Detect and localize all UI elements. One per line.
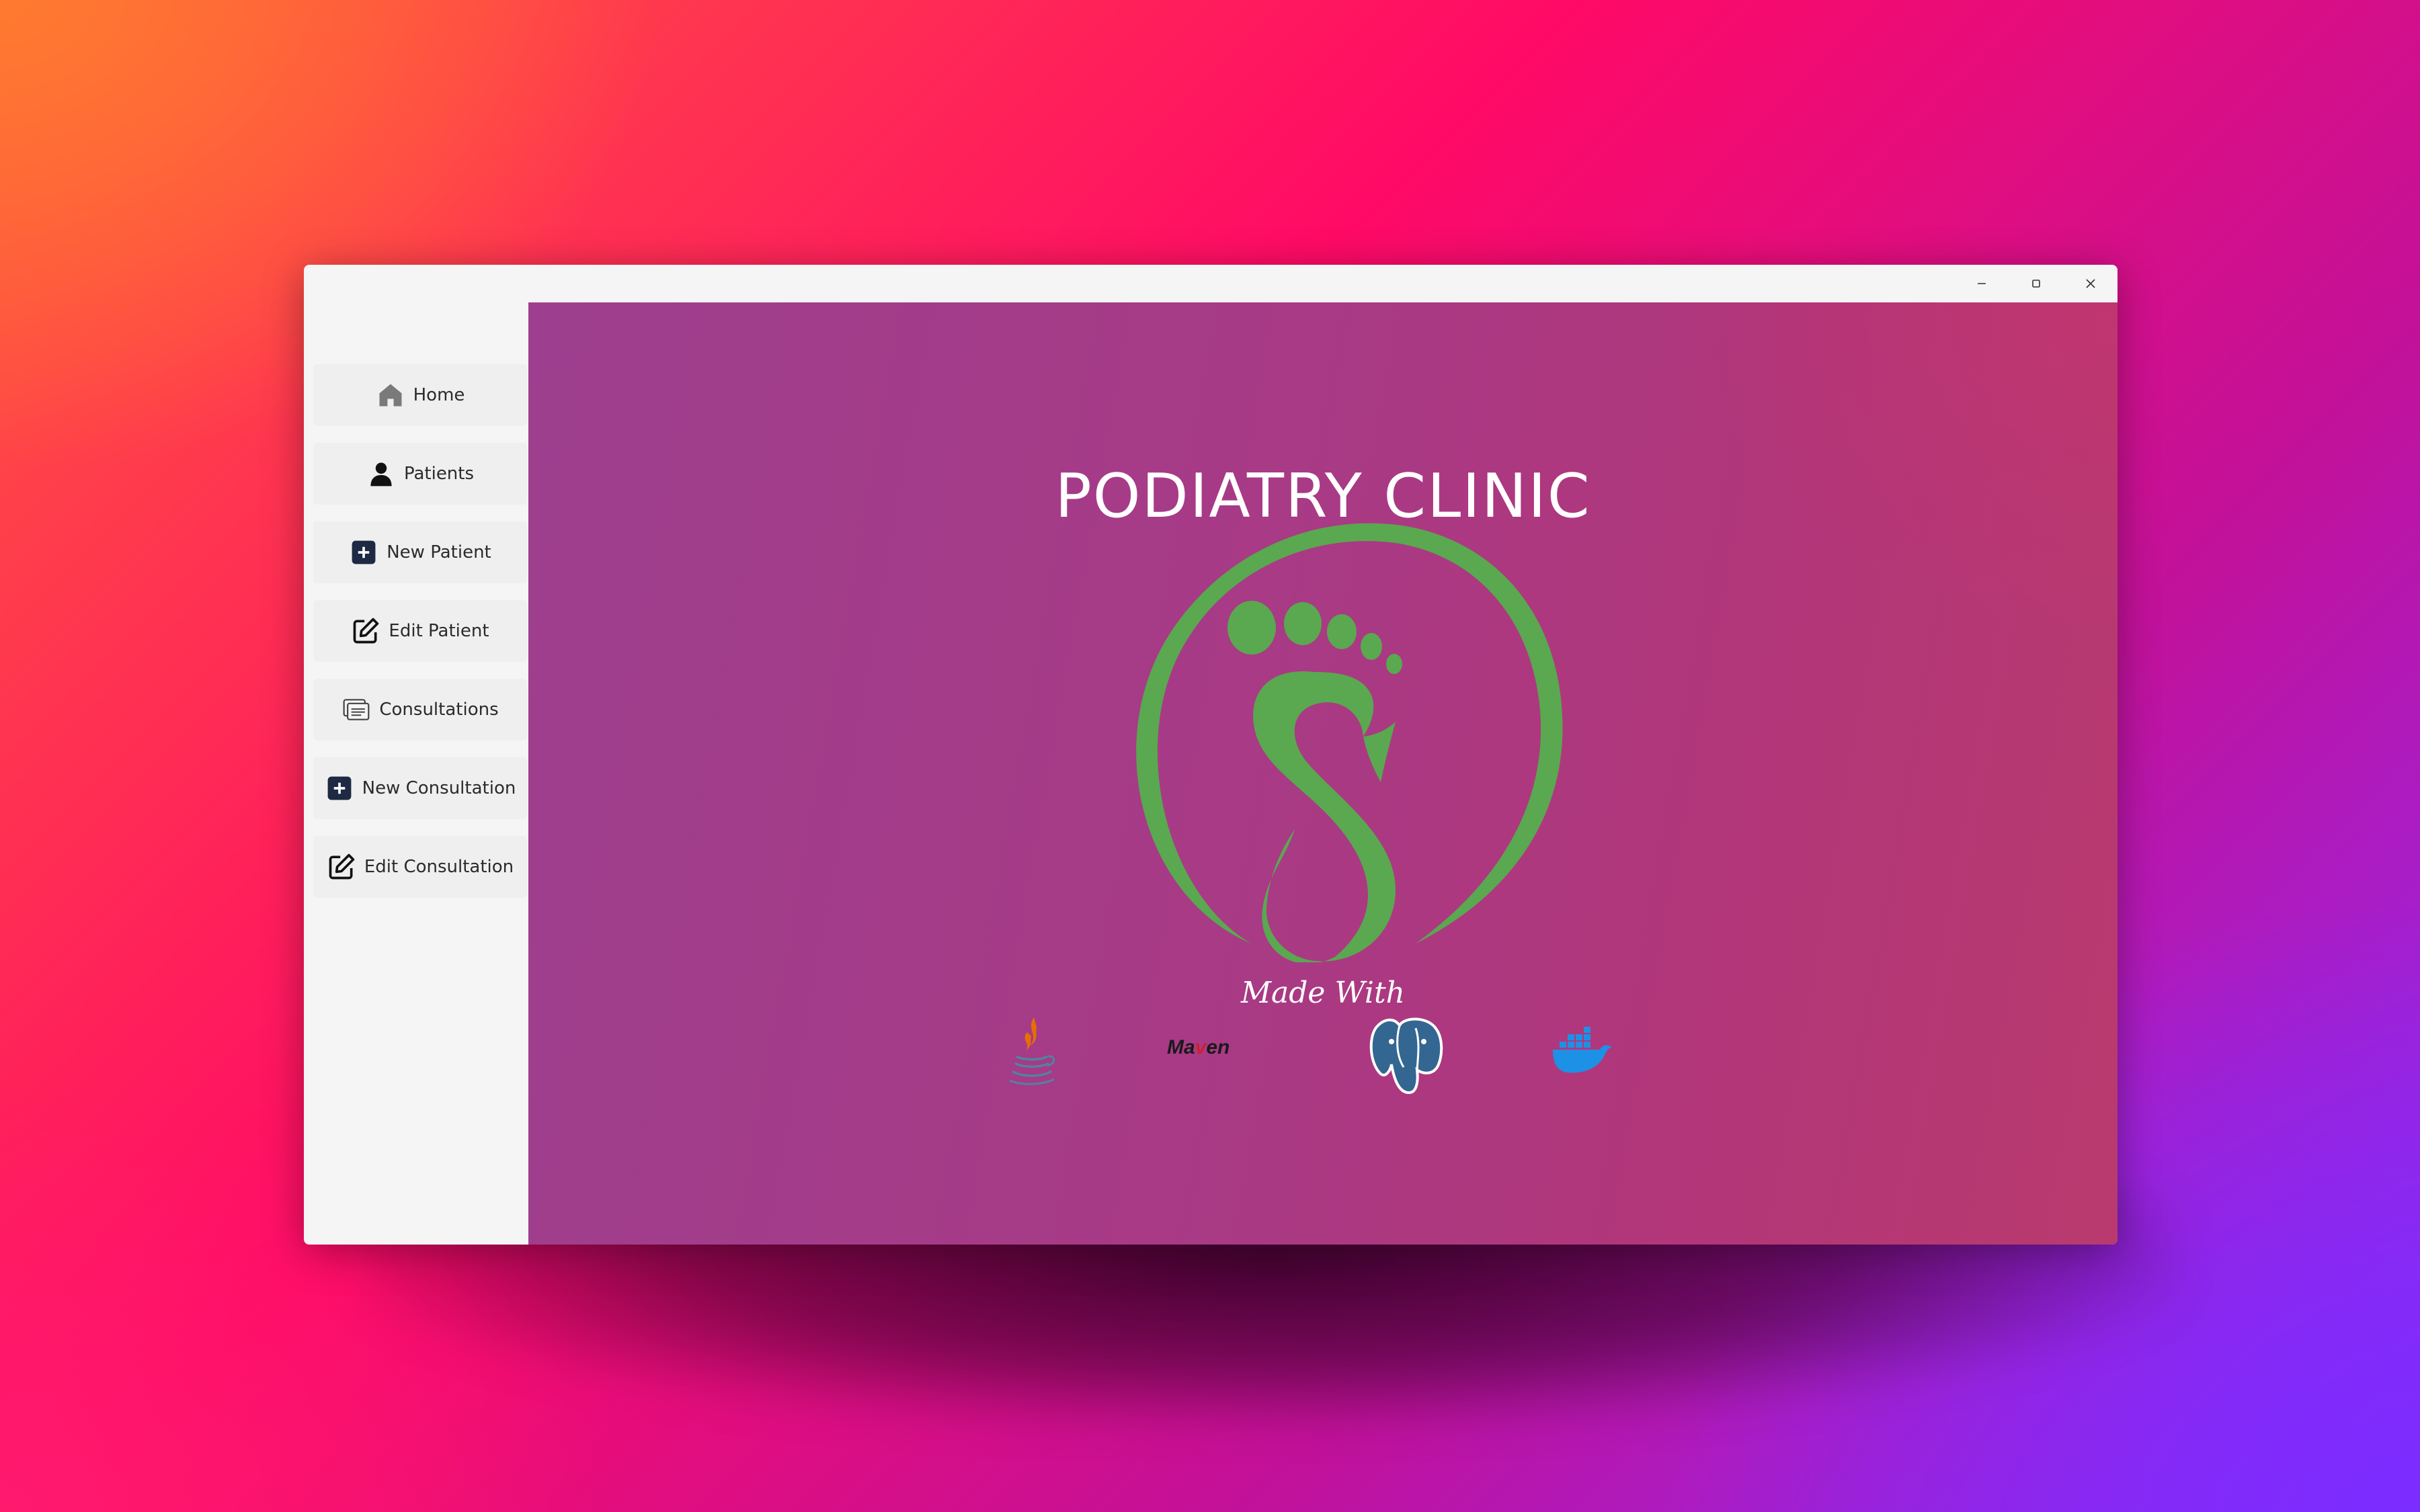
- made-with-label: Made With: [1240, 976, 1406, 1010]
- sidebar-item-edit-patient[interactable]: Edit Patient: [313, 600, 527, 662]
- sidebar-item-label: New Consultation: [362, 778, 516, 798]
- postgresql-icon: [1369, 1017, 1443, 1095]
- sidebar-item-home[interactable]: Home: [313, 364, 527, 426]
- sidebar-item-label: Consultations: [379, 700, 499, 720]
- close-button[interactable]: [2064, 265, 2118, 302]
- sidebar-item-patients[interactable]: Patients: [313, 443, 527, 505]
- maven-logo-prefix: Ma: [1167, 1036, 1195, 1058]
- sidebar-item-new-patient[interactable]: New Patient: [313, 521, 527, 583]
- sidebar: Home Patients New Patient Edit Patient C…: [304, 302, 528, 1245]
- sidebar-item-consultations[interactable]: Consultations: [313, 679, 527, 741]
- sidebar-item-label: Patients: [403, 464, 475, 484]
- sidebar-item-label: Edit Consultation: [364, 857, 514, 877]
- app-window: Home Patients New Patient Edit Patient C…: [304, 265, 2118, 1245]
- maven-logo-suffix: en: [1206, 1036, 1230, 1058]
- cards-icon: [343, 699, 370, 720]
- person-icon: [370, 462, 392, 487]
- minimize-button[interactable]: [1955, 265, 2009, 302]
- title-bar: [304, 265, 2118, 302]
- java-icon: [1009, 1017, 1055, 1085]
- plus-square-icon: [327, 776, 352, 800]
- home-icon: [379, 384, 402, 407]
- edit-icon: [329, 853, 355, 880]
- maximize-button[interactable]: [2009, 265, 2063, 302]
- edit-icon: [354, 618, 379, 644]
- foot-logo: [1136, 523, 1563, 962]
- sidebar-item-new-consultation[interactable]: New Consultation: [313, 757, 527, 819]
- docker-icon: [1553, 1027, 1612, 1073]
- sidebar-item-label: Edit Patient: [389, 621, 489, 641]
- maven-logo-mark: v: [1195, 1036, 1207, 1058]
- plus-square-icon: [352, 540, 376, 564]
- close-icon: [2086, 279, 2095, 288]
- sidebar-item-label: New Patient: [387, 542, 491, 562]
- main-content: PODIATRY CLINIC Made With Maven: [528, 302, 2118, 1245]
- maven-logo: Maven: [1167, 1036, 1229, 1059]
- maximize-icon: [2032, 280, 2040, 288]
- sidebar-item-label: Home: [413, 385, 465, 405]
- sidebar-item-edit-consultation[interactable]: Edit Consultation: [313, 836, 527, 898]
- minimize-icon: [1978, 283, 1986, 284]
